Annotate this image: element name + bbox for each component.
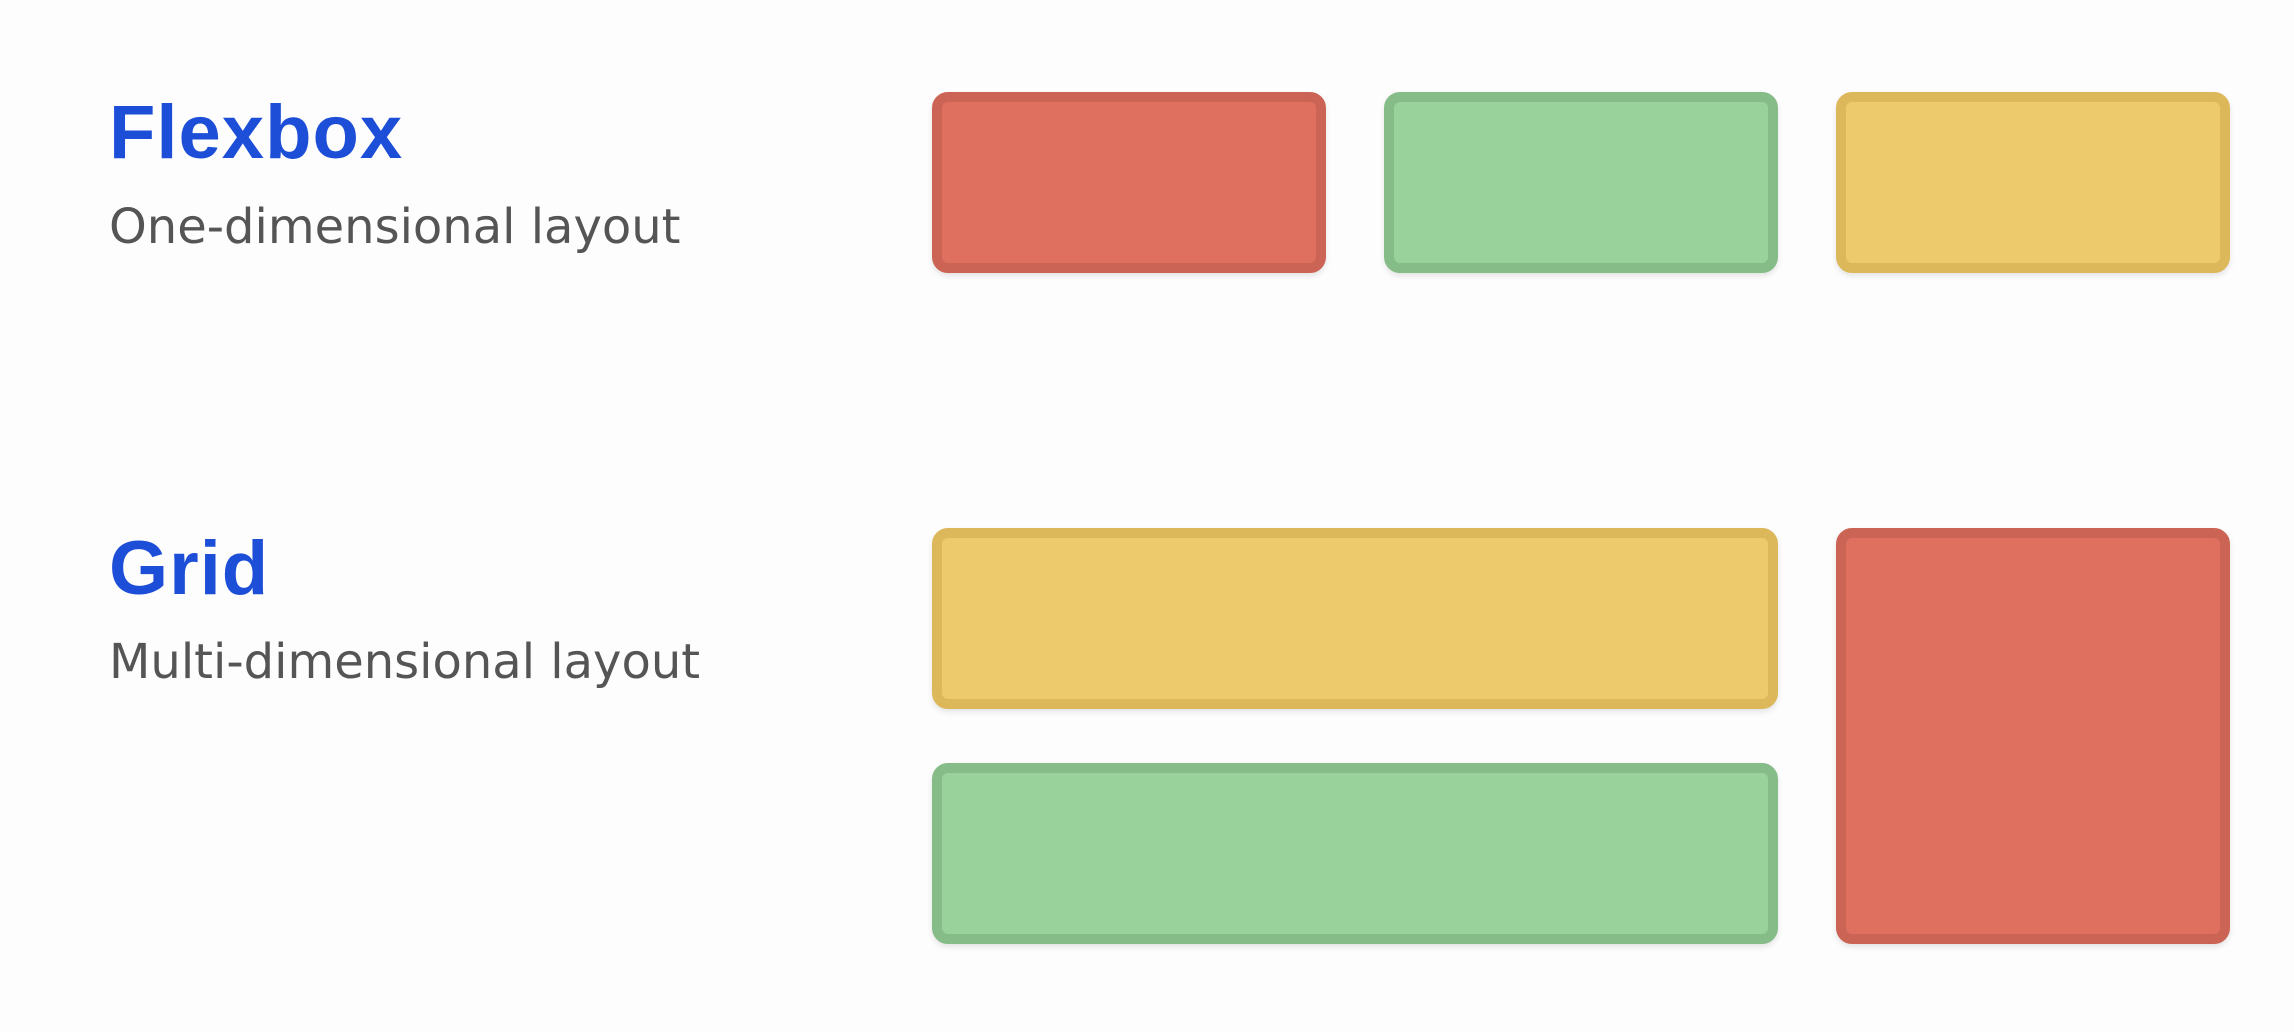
- grid-box-red: [1836, 528, 2230, 944]
- flexbox-box-green: [1384, 92, 1778, 273]
- flexbox-box-yellow: [1836, 92, 2230, 273]
- flexbox-box-red: [932, 92, 1326, 273]
- flexbox-title: Flexbox: [109, 90, 404, 175]
- flexbox-subtitle: One-dimensional layout: [109, 199, 681, 255]
- grid-subtitle: Multi-dimensional layout: [109, 634, 701, 690]
- grid-box-green: [932, 763, 1778, 944]
- grid-box-yellow: [932, 528, 1778, 709]
- grid-title: Grid: [109, 526, 270, 611]
